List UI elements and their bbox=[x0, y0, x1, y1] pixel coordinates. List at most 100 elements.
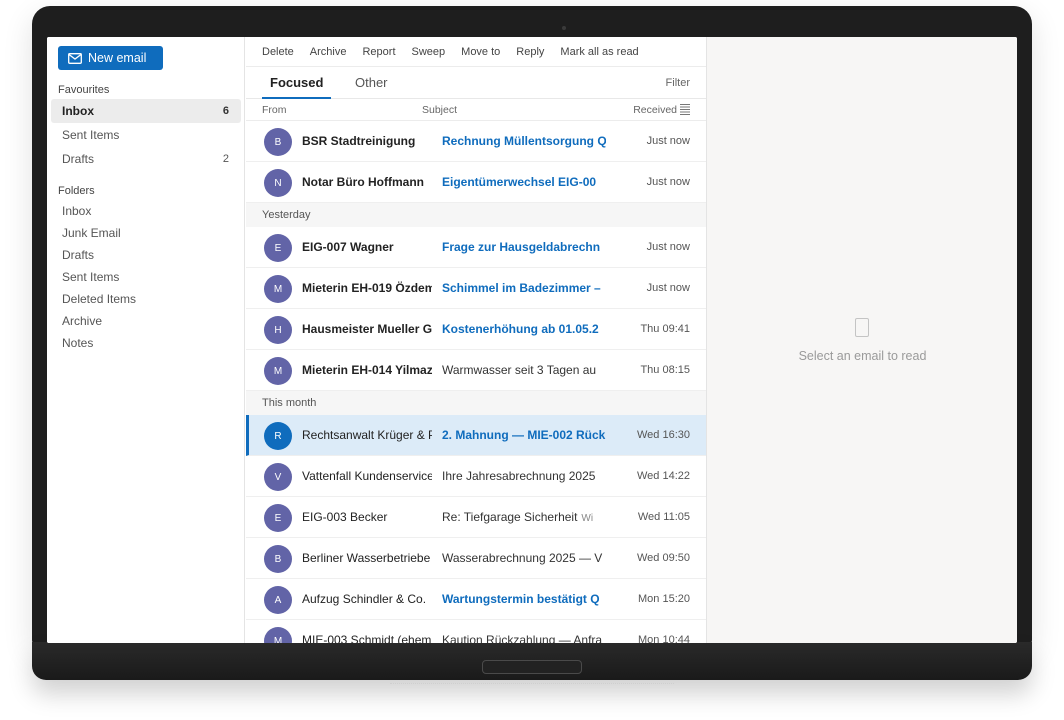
avatar: H bbox=[264, 316, 292, 344]
column-subject[interactable]: Subject bbox=[422, 104, 457, 116]
message-time: Wed 11:05 bbox=[637, 511, 690, 523]
unread-count-badge: 6 bbox=[222, 105, 229, 117]
message-subject: Kostenerhöhung ab 01.05.2 bbox=[442, 322, 599, 336]
avatar: M bbox=[264, 275, 292, 303]
message-sender: Rechtsanwalt Krüger & Partner bbox=[302, 428, 432, 442]
new-email-label: New email bbox=[88, 51, 147, 65]
message-sender: EIG-007 Wagner bbox=[302, 240, 394, 254]
report-button[interactable]: Report bbox=[362, 46, 395, 58]
message-subject: Frage zur Hausgeldabrechn bbox=[442, 240, 601, 254]
favourite-label: Drafts bbox=[62, 152, 95, 166]
message-subject: Re: Tiefgarage Sicherheit Wi bbox=[442, 510, 606, 524]
column-header: From Subject Received bbox=[246, 99, 706, 121]
archive-button[interactable]: Archive bbox=[310, 46, 347, 58]
inbox-tabs: Focused Other Filter bbox=[246, 67, 706, 99]
laptop-base bbox=[32, 642, 1032, 680]
document-icon bbox=[855, 318, 869, 337]
message-sender: Berliner Wasserbetriebe bbox=[302, 551, 431, 565]
column-received-label: Received bbox=[633, 104, 677, 116]
tab-other[interactable]: Other bbox=[347, 75, 396, 97]
delete-button[interactable]: Delete bbox=[262, 46, 294, 58]
message-time: Just now bbox=[646, 282, 690, 294]
command-toolbar: Delete Archive Report Sweep Move to Repl… bbox=[246, 37, 706, 67]
favourite-drafts[interactable]: Drafts 2 bbox=[51, 147, 241, 171]
mail-app-screen: New email Favourites Inbox 6 Sent Items … bbox=[47, 37, 1017, 643]
message-sender: Vattenfall Kundenservice bbox=[302, 469, 432, 483]
message-row[interactable]: E EIG-003 Becker Re: Tiefgarage Sicherhe… bbox=[246, 497, 706, 538]
folder-sent-items[interactable]: Sent Items bbox=[62, 270, 119, 284]
move-to-button[interactable]: Move to bbox=[461, 46, 500, 58]
column-from[interactable]: From bbox=[262, 104, 287, 116]
message-time: Wed 09:50 bbox=[636, 552, 690, 564]
avatar: M bbox=[264, 357, 292, 385]
base-shadow bbox=[390, 683, 674, 685]
message-time: Wed 14:22 bbox=[636, 470, 690, 482]
message-sender: BSR Stadtreinigung bbox=[302, 134, 416, 148]
message-time: Thu 08:15 bbox=[640, 364, 690, 376]
envelope-icon bbox=[68, 52, 82, 64]
message-sender: MIE-003 Schmidt (ehem.) bbox=[302, 633, 432, 643]
folder-inbox[interactable]: Inbox bbox=[62, 204, 91, 218]
tab-focused[interactable]: Focused bbox=[262, 75, 332, 99]
message-sender: Notar Büro Hoffmann bbox=[302, 175, 424, 189]
folder-notes[interactable]: Notes bbox=[62, 336, 93, 350]
laptop-notch bbox=[482, 660, 582, 674]
message-time: Thu 09:41 bbox=[640, 323, 690, 335]
message-time: Just now bbox=[646, 241, 690, 253]
folder-drafts[interactable]: Drafts bbox=[62, 248, 94, 262]
reply-button[interactable]: Reply bbox=[516, 46, 544, 58]
sweep-button[interactable]: Sweep bbox=[412, 46, 446, 58]
message-row[interactable]: M Mieterin EH-019 Özdemir Schimmel im Ba… bbox=[246, 268, 706, 309]
avatar: E bbox=[264, 234, 292, 262]
avatar: B bbox=[264, 128, 292, 156]
folders-heading: Folders bbox=[58, 185, 95, 197]
message-time: Just now bbox=[646, 176, 690, 188]
group-header-yesterday: Yesterday bbox=[246, 203, 706, 227]
message-time: Just now bbox=[646, 135, 690, 147]
message-subject: 2. Mahnung — MIE-002 Rück bbox=[442, 428, 606, 442]
message-subject: Wartungstermin bestätigt Q bbox=[442, 592, 600, 606]
subject-text: Re: Tiefgarage Sicherheit bbox=[442, 510, 578, 524]
avatar: N bbox=[264, 169, 292, 197]
message-row[interactable]: B BSR Stadtreinigung Rechnung Müllentsor… bbox=[246, 121, 706, 162]
favourite-sent-items[interactable]: Sent Items bbox=[51, 123, 241, 147]
camera-dot bbox=[562, 26, 566, 30]
message-row[interactable]: E EIG-007 Wagner Frage zur Hausgeldabrec… bbox=[246, 227, 706, 268]
message-subject: Ihre Jahresabrechnung 2025 bbox=[442, 469, 596, 483]
message-row-selected[interactable]: R Rechtsanwalt Krüger & Partner 2. Mahnu… bbox=[246, 415, 706, 456]
message-sender: Mieterin EH-014 Yilmaz bbox=[302, 363, 432, 377]
avatar: R bbox=[264, 422, 292, 450]
message-time: Mon 15:20 bbox=[638, 593, 690, 605]
message-sender: EIG-003 Becker bbox=[302, 510, 388, 524]
message-subject: Eigentümerwechsel EIG-00 bbox=[442, 175, 597, 189]
message-rows: B BSR Stadtreinigung Rechnung Müllentsor… bbox=[246, 121, 706, 643]
avatar: A bbox=[264, 586, 292, 614]
message-time: Wed 16:30 bbox=[636, 429, 690, 441]
message-row[interactable]: B Berliner Wasserbetriebe Wasserabrechnu… bbox=[246, 538, 706, 579]
message-row[interactable]: M Mieterin EH-014 Yilmaz Warmwasser seit… bbox=[246, 350, 706, 391]
message-preview: Wi bbox=[581, 513, 594, 524]
avatar: E bbox=[264, 504, 292, 532]
message-row[interactable]: A Aufzug Schindler & Co. Wartungstermin … bbox=[246, 579, 706, 620]
folder-deleted-items[interactable]: Deleted Items bbox=[62, 292, 136, 306]
column-received[interactable]: Received bbox=[633, 104, 690, 116]
message-sender: Aufzug Schindler & Co. bbox=[302, 592, 427, 606]
group-header-this-month: This month bbox=[246, 391, 706, 415]
folder-pane: New email Favourites Inbox 6 Sent Items … bbox=[47, 37, 245, 643]
message-row[interactable]: H Hausmeister Mueller GmbH Kostenerhöhun… bbox=[246, 309, 706, 350]
new-email-button[interactable]: New email bbox=[58, 46, 163, 70]
mark-all-read-button[interactable]: Mark all as read bbox=[560, 46, 638, 58]
drafts-count-badge: 2 bbox=[222, 153, 229, 165]
message-row[interactable]: M MIE-003 Schmidt (ehem.) Kaution Rückza… bbox=[246, 620, 706, 643]
message-row[interactable]: V Vattenfall Kundenservice Ihre Jahresab… bbox=[246, 456, 706, 497]
favourite-inbox[interactable]: Inbox 6 bbox=[51, 99, 241, 123]
reading-pane-empty-text: Select an email to read bbox=[798, 349, 927, 363]
message-sender: Hausmeister Mueller GmbH bbox=[302, 322, 432, 336]
message-row[interactable]: N Notar Büro Hoffmann Eigentümerwechsel … bbox=[246, 162, 706, 203]
folder-junk-email[interactable]: Junk Email bbox=[62, 226, 121, 240]
filter-button[interactable]: Filter bbox=[666, 77, 690, 89]
message-subject: Schimmel im Badezimmer – bbox=[442, 281, 601, 295]
folder-archive[interactable]: Archive bbox=[62, 314, 102, 328]
avatar: M bbox=[264, 627, 292, 643]
favourite-label: Sent Items bbox=[62, 128, 120, 142]
